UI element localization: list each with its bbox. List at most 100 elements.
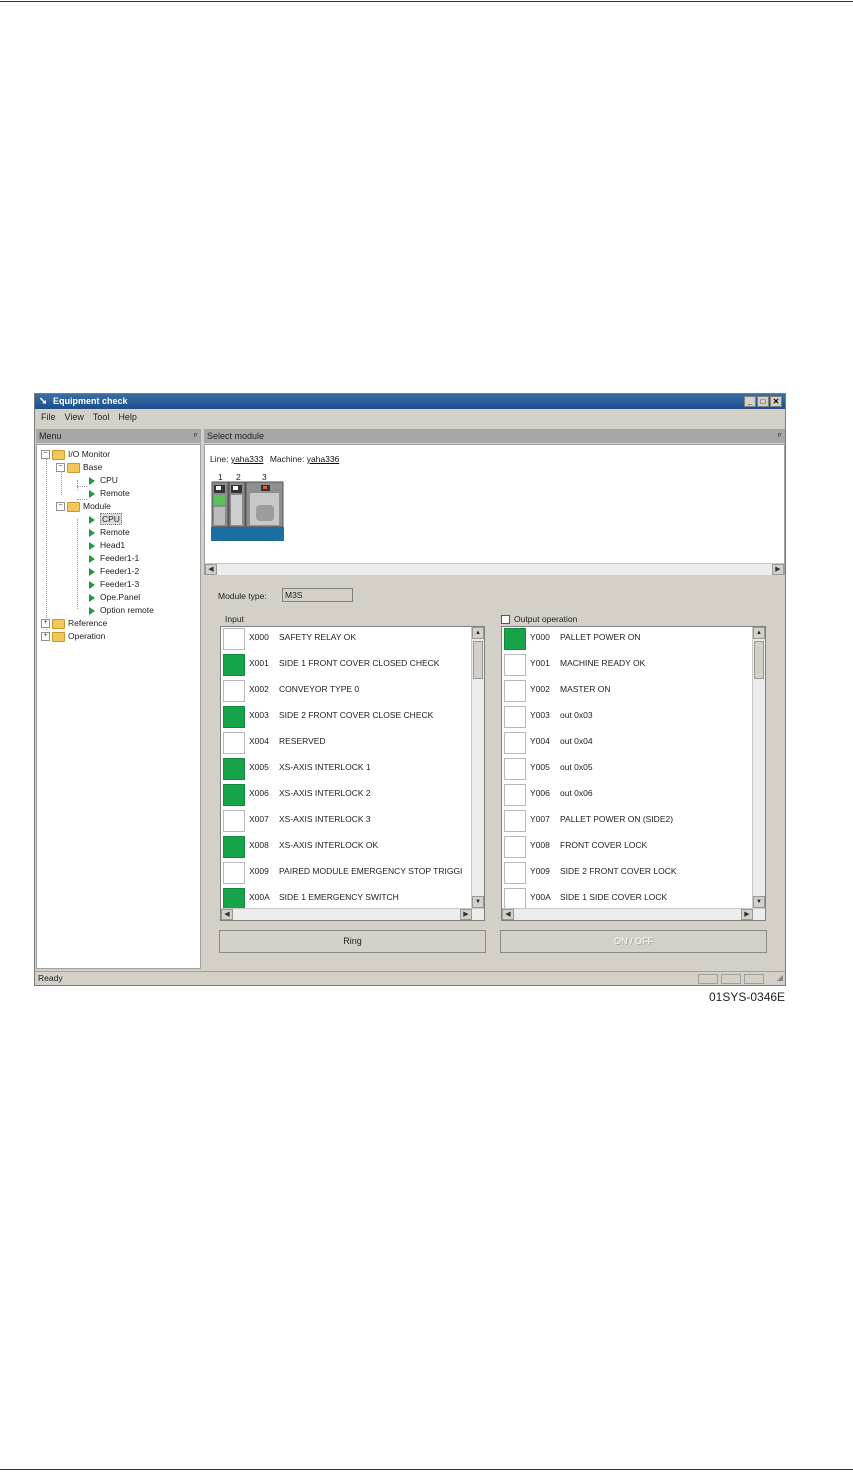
scroll-left-icon[interactable]: ◀: [221, 909, 233, 920]
output-row[interactable]: Y006 out 0x06: [502, 783, 753, 809]
input-row[interactable]: X000 SAFETY RELAY OK: [221, 627, 472, 653]
tree-base[interactable]: − Base: [56, 461, 102, 474]
output-row[interactable]: Y002 MASTER ON: [502, 679, 753, 705]
collapse-icon[interactable]: −: [56, 463, 65, 473]
tree-module[interactable]: − Module: [56, 500, 111, 513]
output-row[interactable]: Y005 out 0x05: [502, 757, 753, 783]
output-row[interactable]: Y004 out 0x04: [502, 731, 753, 757]
output-row[interactable]: Y007 PALLET POWER ON (SIDE2): [502, 809, 753, 835]
machine-value[interactable]: yaha336: [307, 454, 340, 464]
output-description: SIDE 2 FRONT COVER LOCK: [560, 866, 677, 876]
ring-button[interactable]: Ring: [219, 930, 486, 953]
scroll-thumb[interactable]: [754, 641, 764, 679]
play-icon: [89, 567, 95, 576]
output-description: MASTER ON: [560, 684, 611, 694]
tree-label: Head1: [100, 540, 126, 550]
vertical-scrollbar[interactable]: ▲ ▼: [752, 627, 765, 908]
input-row[interactable]: X006 XS-AXIS INTERLOCK 2: [221, 783, 472, 809]
horizontal-scrollbar[interactable]: ◀ ▶: [205, 563, 784, 575]
input-row[interactable]: X007 XS-AXIS INTERLOCK 3: [221, 809, 472, 835]
menu-view[interactable]: View: [65, 412, 84, 422]
tree-option-remote[interactable]: Option remote: [89, 604, 154, 617]
input-row[interactable]: X009 PAIRED MODULE EMERGENCY STOP TRIGGI: [221, 861, 472, 887]
scroll-up-icon[interactable]: ▲: [472, 627, 484, 639]
scroll-left-icon[interactable]: ◀: [502, 909, 514, 920]
module-base: [211, 527, 284, 541]
pin-icon[interactable]: ᵖ: [194, 429, 197, 443]
line-label: Line:: [210, 454, 229, 464]
output-row[interactable]: Y001 MACHINE READY OK: [502, 653, 753, 679]
output-row[interactable]: Y000 PALLET POWER ON: [502, 627, 753, 653]
tree-feeder1-2[interactable]: Feeder1-2: [89, 565, 139, 578]
tree-io-monitor[interactable]: − I/O Monitor: [41, 448, 110, 461]
input-list[interactable]: X000 SAFETY RELAY OK X001 SIDE 1 FRONT COVE…: [220, 626, 485, 921]
output-code: Y007: [530, 814, 550, 824]
pin-icon[interactable]: ᵖ: [778, 429, 781, 443]
input-row[interactable]: X005 XS-AXIS INTERLOCK 1: [221, 757, 472, 783]
output-list[interactable]: Y000 PALLET POWER ON Y001 MACHINE READY OK Y…: [501, 626, 766, 921]
module-3[interactable]: [245, 481, 284, 528]
output-operation-checkbox[interactable]: [501, 615, 510, 624]
tree-module-cpu[interactable]: CPU: [89, 513, 122, 526]
scroll-right-icon[interactable]: ▶: [741, 909, 753, 920]
input-description: SIDE 1 EMERGENCY SWITCH: [279, 892, 399, 902]
expand-icon[interactable]: +: [41, 619, 50, 629]
close-icon[interactable]: ✕: [770, 396, 782, 407]
tree-head1[interactable]: Head1: [89, 539, 125, 552]
status-indicator: [504, 810, 526, 832]
module-select-area: Line: yaha333 Machine: yaha336 1 2 3 ◀ ▶: [204, 444, 785, 575]
input-code: X004: [249, 736, 269, 746]
select-module-title: Select module: [207, 431, 265, 441]
output-code: Y001: [530, 658, 550, 668]
tree-base-remote[interactable]: Remote: [89, 487, 130, 500]
output-row[interactable]: Y008 FRONT COVER LOCK: [502, 835, 753, 861]
output-description: MACHINE READY OK: [560, 658, 646, 668]
tree-base-cpu[interactable]: CPU: [89, 474, 118, 487]
line-value[interactable]: yaha333: [231, 454, 264, 464]
menu-help[interactable]: Help: [118, 412, 137, 422]
horizontal-scrollbar[interactable]: ◀ ▶: [502, 908, 765, 920]
menu-tool[interactable]: Tool: [93, 412, 110, 422]
tree-reference[interactable]: + Reference: [41, 617, 107, 630]
module-graphic[interactable]: [211, 481, 284, 541]
tree-module-remote[interactable]: Remote: [89, 526, 130, 539]
module-1[interactable]: [211, 481, 229, 528]
input-row[interactable]: X002 CONVEYOR TYPE 0: [221, 679, 472, 705]
scroll-right-icon[interactable]: ▶: [772, 564, 784, 575]
module-2[interactable]: [228, 481, 246, 528]
tree-operation[interactable]: + Operation: [41, 630, 105, 643]
tree-feeder1-1[interactable]: Feeder1-1: [89, 552, 139, 565]
input-row[interactable]: X008 XS-AXIS INTERLOCK OK: [221, 835, 472, 861]
input-row[interactable]: X003 SIDE 2 FRONT COVER CLOSE CHECK: [221, 705, 472, 731]
scroll-left-icon[interactable]: ◀: [205, 564, 217, 575]
input-row[interactable]: X001 SIDE 1 FRONT COVER CLOSED CHECK: [221, 653, 472, 679]
scroll-up-icon[interactable]: ▲: [753, 627, 765, 639]
vertical-scrollbar[interactable]: ▲ ▼: [471, 627, 484, 908]
on-off-button[interactable]: ON / OFF: [500, 930, 767, 953]
tree-ope-panel[interactable]: Ope.Panel: [89, 591, 140, 604]
play-icon: [89, 554, 95, 563]
output-row[interactable]: Y009 SIDE 2 FRONT COVER LOCK: [502, 861, 753, 887]
scroll-thumb[interactable]: [473, 641, 483, 679]
expand-icon[interactable]: +: [41, 632, 50, 642]
input-code: X007: [249, 814, 269, 824]
tree-label: Remote: [100, 527, 130, 537]
menu-panel-title: Menu: [39, 431, 62, 441]
collapse-icon[interactable]: −: [56, 502, 65, 512]
tree-feeder1-3[interactable]: Feeder1-3: [89, 578, 139, 591]
input-description: SAFETY RELAY OK: [279, 632, 357, 642]
maximize-icon[interactable]: □: [757, 396, 769, 407]
horizontal-scrollbar[interactable]: ◀ ▶: [221, 908, 484, 920]
scroll-down-icon[interactable]: ▼: [753, 896, 765, 908]
input-row[interactable]: X004 RESERVED: [221, 731, 472, 757]
output-description: PALLET POWER ON (SIDE2): [560, 814, 674, 824]
resize-grip-icon[interactable]: ◢: [777, 972, 783, 984]
tree-label: Base: [83, 462, 103, 472]
output-row[interactable]: Y003 out 0x03: [502, 705, 753, 731]
scroll-down-icon[interactable]: ▼: [472, 896, 484, 908]
menu-file[interactable]: File: [41, 412, 56, 422]
scroll-right-icon[interactable]: ▶: [460, 909, 472, 920]
minimize-icon[interactable]: _: [744, 396, 756, 407]
output-code: Y000: [530, 632, 550, 642]
collapse-icon[interactable]: −: [41, 450, 50, 460]
